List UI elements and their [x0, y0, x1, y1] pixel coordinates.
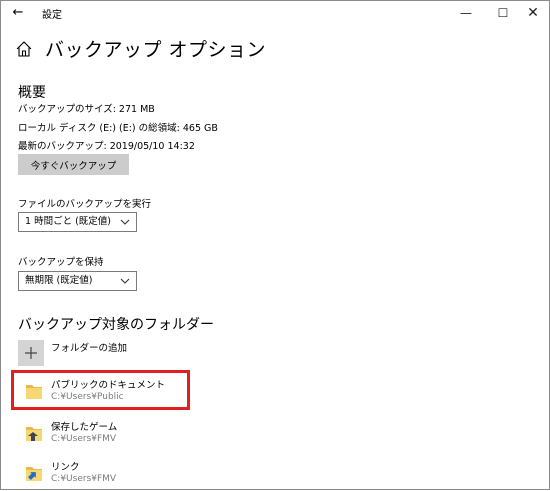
- folder-name: リンク: [51, 462, 80, 473]
- add-folder-button[interactable]: [18, 340, 44, 366]
- home-icon[interactable]: [15, 40, 33, 58]
- folder-name: 保存したゲーム: [51, 422, 118, 433]
- window-title: 設定: [42, 10, 62, 21]
- folders-heading: バックアップ対象のフォルダー: [18, 317, 214, 333]
- folder-path: C:¥Users¥FMV: [51, 434, 117, 444]
- saved-games-icon: [26, 427, 42, 441]
- add-folder-label[interactable]: フォルダーの追加: [51, 340, 127, 354]
- chevron-down-icon: [120, 219, 130, 225]
- schedule-label: ファイルのバックアップを実行: [18, 199, 152, 210]
- schedule-dropdown[interactable]: 1 時間ごと (既定値): [18, 212, 137, 232]
- links-folder-icon: [26, 467, 42, 481]
- folder-item-links[interactable]: リンク C:¥Users¥FMV: [18, 455, 193, 491]
- title-bar: ← 設定 — ☐ ✕: [1, 1, 549, 25]
- retention-selected-value: 無期限 (既定値): [25, 275, 93, 286]
- folder-name: パブリックのドキュメント: [51, 380, 166, 391]
- latest-backup-text: 最新のバックアップ: 2019/05/10 14:32: [18, 141, 195, 152]
- retention-dropdown[interactable]: 無期限 (既定値): [18, 271, 137, 291]
- plus-icon: [25, 347, 37, 359]
- settings-window: ← 設定 — ☐ ✕ バックアップ オプション 概要 バックアップのサイズ: 2…: [0, 0, 550, 490]
- schedule-selected-value: 1 時間ごと (既定値): [25, 216, 111, 227]
- close-button[interactable]: ✕: [515, 1, 550, 25]
- folder-path: C:¥Users¥Public: [51, 392, 124, 402]
- retention-label: バックアップを保持: [18, 257, 104, 268]
- folder-path: C:¥Users¥FMV: [51, 474, 117, 484]
- back-button[interactable]: ←: [9, 4, 27, 22]
- backup-size-text: バックアップのサイズ: 271 MB: [18, 104, 155, 115]
- chevron-down-icon: [120, 278, 130, 284]
- overview-heading: 概要: [18, 85, 46, 101]
- folder-item-public-documents[interactable]: パブリックのドキュメント C:¥Users¥Public: [18, 373, 193, 409]
- page-title: バックアップ オプション: [45, 39, 267, 61]
- folder-icon: [26, 385, 42, 399]
- folder-item-saved-games[interactable]: 保存したゲーム C:¥Users¥FMV: [18, 415, 193, 451]
- disk-total-text: ローカル ディスク (E:) (E:) の総領域: 465 GB: [18, 123, 218, 134]
- backup-now-button[interactable]: 今すぐバックアップ: [18, 154, 129, 175]
- minimize-button[interactable]: —: [448, 1, 484, 25]
